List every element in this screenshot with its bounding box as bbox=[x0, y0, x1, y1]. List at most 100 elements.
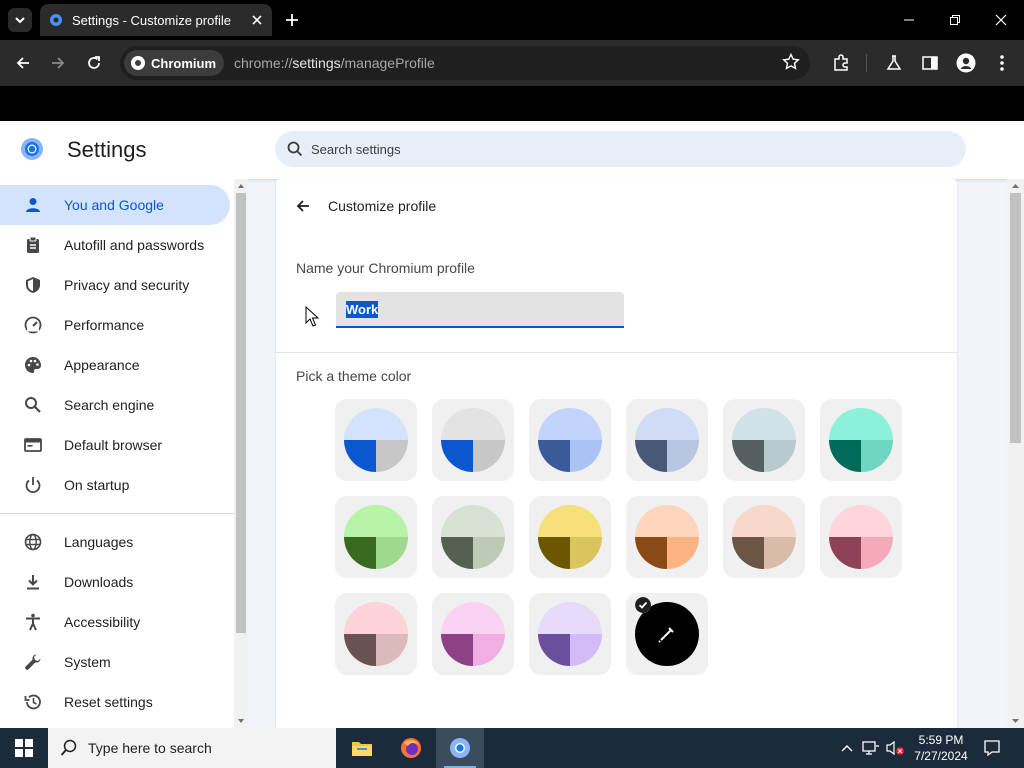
new-tab-button[interactable] bbox=[280, 8, 304, 32]
back-button[interactable] bbox=[8, 48, 38, 78]
back-button[interactable] bbox=[292, 195, 314, 217]
tab-search-button[interactable] bbox=[8, 8, 32, 32]
plus-icon bbox=[286, 14, 298, 26]
sidebar-scrollbar[interactable] bbox=[234, 179, 248, 728]
taskbar-firefox[interactable] bbox=[387, 728, 435, 768]
sidebar-item-label: Accessibility bbox=[64, 614, 141, 630]
scroll-up-icon[interactable] bbox=[234, 181, 248, 191]
sidebar-item-label: Languages bbox=[64, 534, 134, 550]
page-title: Settings bbox=[67, 137, 147, 162]
sidebar-item-label: Performance bbox=[64, 317, 145, 333]
theme-color-swatch[interactable] bbox=[335, 496, 417, 578]
sidebar-item-on-startup[interactable]: On startup bbox=[0, 465, 230, 505]
show-hidden-icons-button[interactable] bbox=[838, 728, 856, 768]
theme-color-swatch[interactable] bbox=[723, 496, 805, 578]
extensions-button[interactable] bbox=[826, 48, 856, 78]
theme-color-swatch[interactable] bbox=[820, 496, 902, 578]
theme-color-preview bbox=[635, 408, 699, 472]
sidebar-item-default-browser[interactable]: Default browser bbox=[0, 425, 230, 465]
custom-theme-color-swatch[interactable] bbox=[626, 593, 708, 675]
forward-arrow-icon bbox=[52, 57, 65, 69]
browser-window-icon bbox=[24, 438, 42, 452]
search-icon bbox=[287, 141, 303, 157]
scroll-up-icon[interactable] bbox=[1007, 181, 1024, 191]
browser-chrome-spacer bbox=[0, 86, 1024, 121]
page-scrollbar[interactable] bbox=[1007, 179, 1024, 728]
sidebar-item-you-and-google[interactable]: You and Google bbox=[0, 185, 230, 225]
labs-button[interactable] bbox=[879, 48, 909, 78]
scroll-down-icon[interactable] bbox=[234, 716, 248, 726]
search-icon bbox=[25, 397, 41, 413]
reload-button[interactable] bbox=[79, 48, 109, 78]
profile-name-input[interactable]: Work bbox=[336, 292, 624, 328]
minimize-button[interactable] bbox=[886, 0, 932, 40]
taskbar-search-box[interactable]: Type here to search bbox=[48, 728, 336, 768]
clock-time: 5:59 PM bbox=[918, 733, 964, 747]
chromium-logo-icon bbox=[450, 738, 470, 758]
theme-color-preview bbox=[441, 505, 505, 569]
menu-button[interactable] bbox=[987, 48, 1017, 78]
sidebar-item-privacy[interactable]: Privacy and security bbox=[0, 265, 230, 305]
sidebar-item-performance[interactable]: Performance bbox=[0, 305, 230, 345]
theme-color-swatch[interactable] bbox=[432, 593, 514, 675]
sidebar-item-reset-settings[interactable]: Reset settings bbox=[0, 682, 230, 722]
theme-color-swatch[interactable] bbox=[432, 399, 514, 481]
sidebar-item-label: On startup bbox=[64, 477, 130, 493]
clock-date: 7/27/2024 bbox=[914, 749, 968, 763]
active-tab[interactable]: Settings - Customize profile bbox=[40, 4, 272, 36]
notifications-button[interactable] bbox=[978, 728, 1006, 768]
firefox-icon bbox=[401, 738, 421, 758]
theme-color-swatch[interactable] bbox=[335, 593, 417, 675]
theme-color-swatch[interactable] bbox=[529, 593, 611, 675]
settings-sidebar: You and Google Autofill and passwords Pr… bbox=[0, 179, 234, 728]
theme-color-swatch[interactable] bbox=[432, 496, 514, 578]
taskbar-chromium[interactable] bbox=[436, 728, 484, 768]
chromium-logo-icon bbox=[131, 56, 145, 70]
speedometer-icon bbox=[24, 316, 42, 334]
restore-icon bbox=[950, 15, 960, 25]
sidebar-item-languages[interactable]: Languages bbox=[0, 522, 230, 562]
sidebar-item-system[interactable]: System bbox=[0, 642, 230, 682]
close-tab-icon[interactable] bbox=[250, 13, 264, 27]
settings-search-input[interactable] bbox=[311, 141, 911, 157]
sidebar-item-accessibility[interactable]: Accessibility bbox=[0, 602, 230, 642]
minimize-icon bbox=[904, 19, 914, 21]
sidebar-item-appearance[interactable]: Appearance bbox=[0, 345, 230, 385]
theme-color-swatch[interactable] bbox=[335, 399, 417, 481]
sidebar-scroll-thumb[interactable] bbox=[236, 193, 246, 633]
sidebar-item-search-engine[interactable]: Search engine bbox=[0, 385, 230, 425]
theme-color-swatch[interactable] bbox=[820, 399, 902, 481]
site-chip[interactable]: Chromium bbox=[124, 50, 224, 76]
theme-color-swatch[interactable] bbox=[529, 399, 611, 481]
volume-tray-icon[interactable] bbox=[884, 728, 906, 768]
side-panel-icon bbox=[922, 56, 938, 70]
theme-color-label: Pick a theme color bbox=[296, 368, 412, 384]
profile-button[interactable] bbox=[951, 48, 981, 78]
sidebar-item-autofill[interactable]: Autofill and passwords bbox=[0, 225, 230, 265]
sidebar-item-downloads[interactable]: Downloads bbox=[0, 562, 230, 602]
side-panel-button[interactable] bbox=[915, 48, 945, 78]
network-tray-icon[interactable] bbox=[860, 728, 882, 768]
forward-button[interactable] bbox=[43, 48, 73, 78]
sidebar-item-label: Search engine bbox=[64, 397, 155, 413]
start-button[interactable] bbox=[0, 728, 48, 768]
settings-page: Settings You and Google Autofill and pas… bbox=[0, 121, 1024, 728]
restore-button[interactable] bbox=[932, 0, 978, 40]
scroll-down-icon[interactable] bbox=[1007, 716, 1024, 726]
theme-color-preview bbox=[538, 408, 602, 472]
theme-color-swatch[interactable] bbox=[723, 399, 805, 481]
url-text: chrome://settings/manageProfile bbox=[234, 55, 435, 71]
profile-name-value: Work bbox=[346, 300, 379, 318]
bookmark-star-icon[interactable] bbox=[782, 53, 800, 71]
settings-search[interactable] bbox=[275, 131, 966, 167]
search-icon bbox=[60, 739, 77, 756]
address-bar[interactable]: Chromium chrome://settings/manageProfile bbox=[120, 46, 810, 80]
page-scroll-thumb[interactable] bbox=[1010, 193, 1021, 443]
theme-color-swatch[interactable] bbox=[626, 496, 708, 578]
theme-color-swatch[interactable] bbox=[626, 399, 708, 481]
theme-color-swatch[interactable] bbox=[529, 496, 611, 578]
sidebar-item-label: Downloads bbox=[64, 574, 134, 590]
taskbar-clock[interactable]: 5:59 PM 7/27/2024 bbox=[906, 732, 976, 764]
close-window-button[interactable] bbox=[978, 0, 1024, 40]
taskbar-file-explorer[interactable] bbox=[338, 728, 386, 768]
